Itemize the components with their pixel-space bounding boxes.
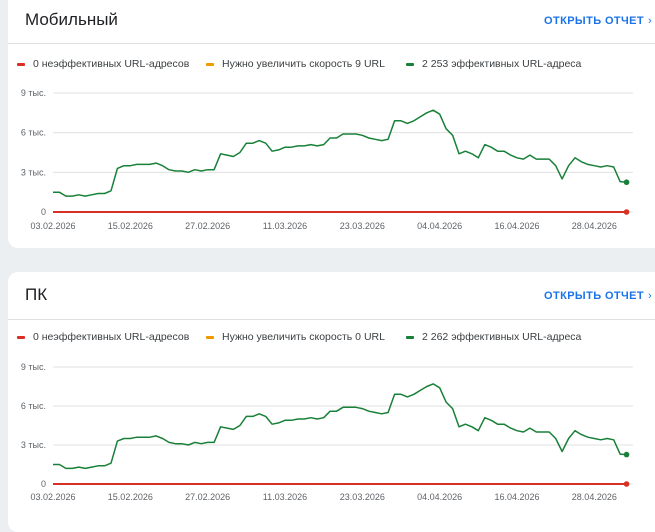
x-tick-label: 27.02.2026 [185,221,230,231]
y-tick-label: 6 тыс. [21,401,46,411]
x-tick-label: 27.02.2026 [185,492,230,502]
urls-line-chart: 9 тыс. 6 тыс. 3 тыс. 0 03.02.2026 15.02.2026 2… [21,88,633,231]
x-tick-label: 23.03.2026 [340,492,385,502]
y-tick-label: 0 [41,207,46,217]
x-tick-label: 04.04.2026 [417,221,462,231]
x-tick-label: 11.03.2026 [263,492,307,502]
x-tick-label: 03.02.2026 [30,221,75,231]
x-tick-label: 04.04.2026 [417,492,462,502]
series-end-point [623,481,630,487]
x-tick-label: 11.03.2026 [263,221,307,231]
urls-line-chart: 9 тыс. 6 тыс. 3 тыс. 0 03.02.2026 15.02.2026 2… [21,362,633,502]
series-line-good [53,109,627,197]
y-tick-label: 3 тыс. [21,167,46,177]
series-end-point [623,179,630,186]
y-tick-label: 9 тыс. [21,362,46,372]
x-tick-label: 03.02.2026 [30,492,75,502]
series-end-point [623,209,630,215]
x-tick-label: 28.04.2026 [572,492,617,502]
series-end-point [623,451,630,458]
y-tick-label: 0 [41,479,46,489]
y-tick-label: 6 тыс. [21,128,46,138]
x-tick-label: 16.04.2026 [494,492,539,502]
y-tick-label: 3 тыс. [21,440,46,450]
mobile-report-card: Мобильный ОТКРЫТЬ ОТЧЕТ › 0 неэффективных… [8,0,655,248]
x-tick-label: 15.02.2026 [108,492,153,502]
desktop-report-card: ПК ОТКРЫТЬ ОТЧЕТ › 0 неэффективных URL-ад… [8,272,655,532]
x-tick-label: 15.02.2026 [108,221,153,231]
x-tick-label: 23.03.2026 [340,221,385,231]
x-tick-label: 28.04.2026 [572,221,617,231]
series-line-good [53,383,627,470]
y-tick-label: 9 тыс. [21,88,46,98]
x-tick-label: 16.04.2026 [494,221,539,231]
